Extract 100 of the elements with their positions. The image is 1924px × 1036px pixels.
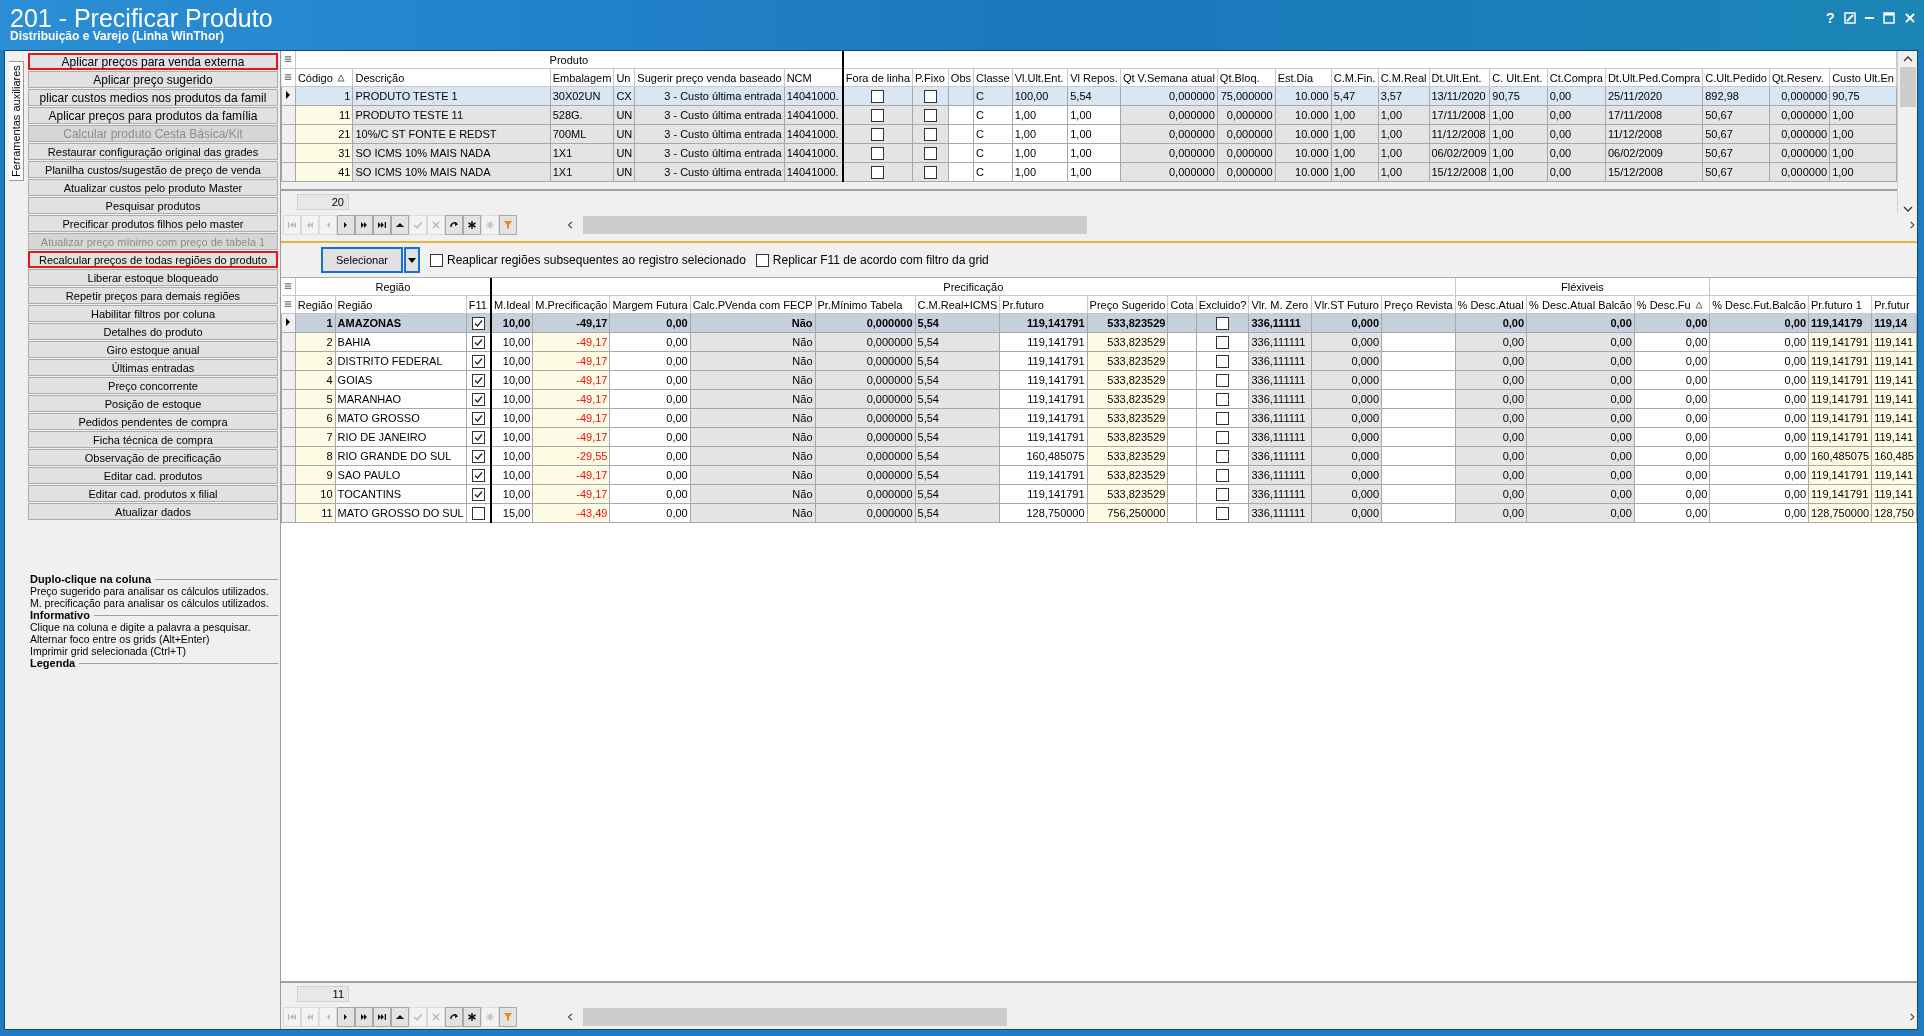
redo-arrow-icon	[449, 1012, 459, 1022]
checkbox[interactable]	[1216, 411, 1230, 425]
checkbox[interactable]	[1216, 354, 1230, 368]
navigator-button[interactable]	[445, 215, 463, 235]
checkbox[interactable]	[923, 108, 937, 122]
action-button[interactable]: Atualizar dados	[28, 503, 278, 520]
navigator-button[interactable]	[391, 215, 409, 235]
checkbox[interactable]	[1216, 335, 1230, 349]
group-header: Produto	[549, 53, 589, 66]
checkbox[interactable]	[471, 468, 485, 482]
skip-last-icon	[377, 1012, 387, 1022]
action-button[interactable]: Giro estoque anual	[28, 341, 278, 358]
checkbox[interactable]	[1216, 373, 1230, 387]
action-button[interactable]: Aplicar preço sugerido	[28, 71, 278, 88]
action-button[interactable]: Detalhes do produto	[28, 323, 278, 340]
checkbox[interactable]	[923, 127, 937, 141]
checkbox[interactable]	[1216, 392, 1230, 406]
navigator-button[interactable]	[355, 215, 373, 235]
checkbox[interactable]	[871, 127, 885, 141]
checkbox[interactable]	[1216, 468, 1230, 482]
filter-icon	[503, 220, 513, 230]
chevron-right-icon	[1909, 1012, 1917, 1022]
navigator-button[interactable]	[373, 1007, 391, 1027]
sort-icon	[336, 73, 345, 82]
checkbox[interactable]	[471, 487, 485, 501]
navigator-button[interactable]	[463, 215, 481, 235]
asterisk-icon	[467, 1012, 477, 1022]
action-button[interactable]: Posição de estoque	[28, 395, 278, 412]
checkbox[interactable]	[471, 373, 485, 387]
checkbox[interactable]	[923, 89, 937, 103]
help-heading: Informativo	[30, 609, 90, 621]
sparkle-icon	[485, 1012, 495, 1022]
column-header[interactable]: Descrição	[355, 71, 405, 84]
action-button[interactable]: Aplicar preços para produtos da família	[28, 107, 278, 124]
checkbox[interactable]	[1216, 316, 1230, 330]
navigator-button[interactable]	[463, 1007, 481, 1027]
action-button[interactable]: Precificar produtos filhos pelo master	[28, 215, 278, 232]
double-right-icon	[359, 220, 369, 230]
scroll-thumb[interactable]	[1899, 67, 1916, 107]
checkbox[interactable]	[923, 146, 937, 160]
action-button[interactable]: Habilitar filtros por coluna	[28, 305, 278, 322]
checkbox[interactable]	[871, 89, 885, 103]
action-button[interactable]: Editar cad. produtos x filial	[28, 485, 278, 502]
scroll-thumb[interactable]	[583, 1008, 1008, 1026]
help-button[interactable]: ?	[1825, 10, 1835, 25]
action-button[interactable]: Aplicar preços para venda externa	[28, 53, 278, 70]
skip-first-icon	[287, 220, 297, 230]
horizontal-scrollbar[interactable]	[567, 1008, 1917, 1026]
checkbox[interactable]	[430, 253, 443, 267]
checkbox[interactable]	[871, 165, 885, 179]
checkbox[interactable]	[471, 316, 485, 330]
check-icon	[413, 1012, 423, 1022]
checkbox[interactable]	[471, 430, 485, 444]
checkbox[interactable]	[755, 253, 769, 267]
chevron-down-icon	[1902, 205, 1913, 213]
checkbox[interactable]	[471, 506, 485, 520]
action-button[interactable]: Liberar estoque bloqueado	[28, 269, 278, 286]
column-header[interactable]: Região	[337, 298, 373, 311]
checkbox[interactable]	[471, 335, 485, 349]
action-button[interactable]: plicar custos medios nos produtos da famil	[28, 89, 278, 106]
side-tab[interactable]: Ferramentas auxiliares	[9, 61, 24, 181]
action-button[interactable]: Restaurar configuração original das grades	[28, 143, 278, 160]
checkbox[interactable]	[923, 165, 937, 179]
navigator-button[interactable]	[445, 1007, 463, 1027]
action-button[interactable]: Pedidos pendentes de compra	[28, 413, 278, 430]
vertical-scrollbar[interactable]	[1897, 51, 1917, 213]
navigator-button[interactable]	[391, 1007, 409, 1027]
checkbox[interactable]	[1216, 506, 1230, 520]
checkbox[interactable]	[471, 354, 485, 368]
dropdown-button[interactable]	[404, 247, 420, 273]
action-button[interactable]: Ficha técnica de compra	[28, 431, 278, 448]
action-button[interactable]: Observação de precificação	[28, 449, 278, 466]
checkbox[interactable]	[871, 108, 885, 122]
checkbox[interactable]	[471, 392, 485, 406]
right-triangle-icon	[343, 1012, 349, 1022]
action-button[interactable]: Planilha custos/sugestão de preço de venda	[28, 161, 278, 178]
scroll-thumb[interactable]	[583, 216, 1087, 234]
checkbox[interactable]	[1216, 449, 1230, 463]
help-text: M. precificação para analisar os cálculos utilizados.	[30, 597, 270, 609]
checkbox[interactable]	[471, 449, 485, 463]
horizontal-scrollbar[interactable]	[567, 216, 1917, 234]
up-triangle-icon	[395, 222, 405, 228]
action-button[interactable]: Últimas entradas	[28, 359, 278, 376]
action-button[interactable]: Atualizar custos pelo produto Master	[28, 179, 278, 196]
action-button[interactable]: Editar cad. produtos	[28, 467, 278, 484]
checkbox-label[interactable]: Replicar F11 de acordo com filtro da grid	[772, 253, 989, 267]
navigator-button[interactable]	[355, 1007, 373, 1027]
action-button[interactable]: Pesquisar produtos	[28, 197, 278, 214]
action-button[interactable]: Recalcular preços de todas regiões do produto	[28, 251, 278, 268]
checkbox[interactable]	[1216, 487, 1230, 501]
checkbox-label[interactable]: Reaplicar regiões subsequentes ao registro selecionado	[447, 253, 746, 267]
column-header[interactable]: Pr.futuro	[1002, 298, 1044, 311]
checkbox[interactable]	[871, 146, 885, 160]
select-button[interactable]: Selecionar	[321, 247, 403, 273]
navigator-button[interactable]	[373, 215, 391, 235]
checkbox[interactable]	[471, 411, 485, 425]
action-button[interactable]: Repetir preços para demais regiões	[28, 287, 278, 304]
action-button[interactable]: Preço concorrente	[28, 377, 278, 394]
left-triangle-icon	[325, 220, 331, 230]
checkbox[interactable]	[1216, 430, 1230, 444]
